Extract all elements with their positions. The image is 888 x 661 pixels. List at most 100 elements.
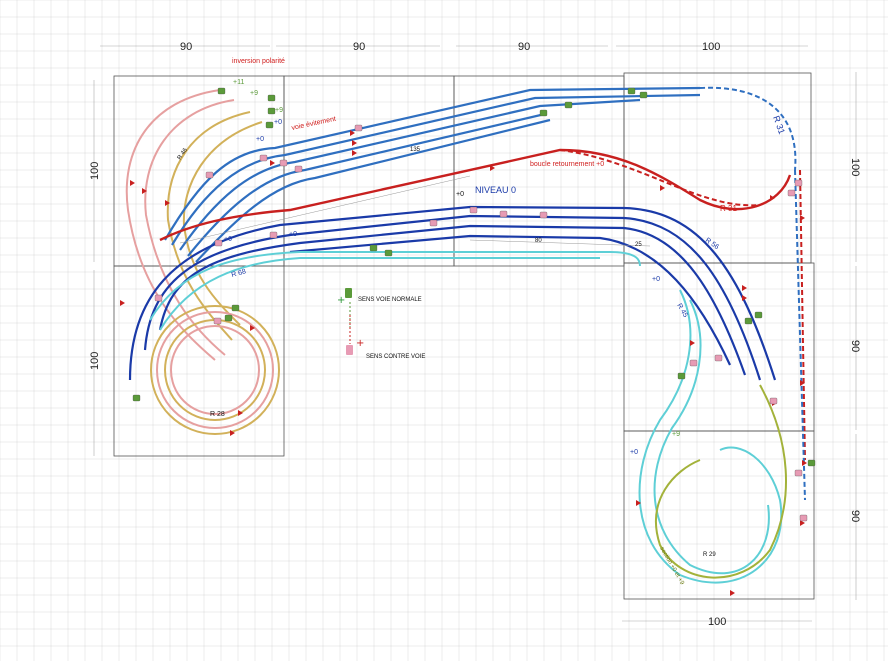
level-p0c: +0 xyxy=(456,191,464,198)
direction-arrow-icon xyxy=(352,140,357,146)
dim-left-upper: 100 xyxy=(89,162,101,180)
cyan-tracks xyxy=(149,251,783,584)
train-contre-icon xyxy=(354,124,363,132)
label-80: 80 xyxy=(535,238,542,244)
level-p9b: +9 xyxy=(275,107,283,114)
train-normal-icon xyxy=(627,87,636,95)
train-normal-icon xyxy=(369,244,378,252)
train-contre-icon xyxy=(294,165,303,173)
train-contre-icon xyxy=(794,469,803,477)
dim-top-1: 90 xyxy=(180,41,192,53)
level-p11: +11 xyxy=(233,79,244,86)
label-r31-mid: R 31 xyxy=(720,204,737,213)
blue-dashed-right xyxy=(699,86,806,501)
train-normal-icon xyxy=(677,372,686,380)
train-contre-icon xyxy=(499,210,508,218)
dim-top-3: 90 xyxy=(518,41,530,53)
label-boucle: boucle retournement +0 xyxy=(530,161,604,168)
grid xyxy=(0,0,888,661)
train-normal-icon xyxy=(132,394,141,402)
dim-right-upper: 100 xyxy=(849,158,861,176)
train-normal-icon xyxy=(807,459,816,467)
train-contre-icon xyxy=(689,359,698,367)
direction-arrow-icon xyxy=(352,150,357,156)
legend-normal-train-icon xyxy=(345,288,352,298)
legend-normal-plus-icon: + xyxy=(337,295,345,306)
direction-arrow-icon xyxy=(270,160,275,166)
train-normal-icon xyxy=(224,314,233,322)
train-contre-icon xyxy=(799,514,808,522)
dim-right-mid: 90 xyxy=(849,340,861,352)
label-r31-top: R 31 xyxy=(771,114,787,135)
dimension-lines xyxy=(93,45,857,622)
dim-top-4: 100 xyxy=(702,41,720,53)
middle-blue-bundle xyxy=(128,205,777,381)
inner-measure xyxy=(179,175,651,247)
dim-bottom: 100 xyxy=(708,616,726,628)
train-contre-icon xyxy=(214,239,223,247)
label-135: 135 xyxy=(410,147,421,153)
board-right-mid xyxy=(623,262,815,432)
train-contre-icon xyxy=(714,354,723,362)
legend-contre-plus-icon: + xyxy=(356,338,364,349)
train-contre-icon xyxy=(787,189,796,197)
dim-right-low: 90 xyxy=(849,510,861,522)
level-p9c: +9 xyxy=(672,431,680,438)
board-top-mid1 xyxy=(283,75,455,267)
dimension-labels: 90 90 90 100 100 100 100 100 90 90 xyxy=(89,41,861,628)
label-section: section +0 et +9 xyxy=(658,546,685,587)
train-contre-icon xyxy=(769,397,778,405)
train-normal-icon xyxy=(754,311,763,319)
legend-contre-train-icon xyxy=(346,345,353,355)
train-contre-icon xyxy=(469,206,478,214)
train-normal-icon xyxy=(267,107,276,115)
level-p9a: +9 xyxy=(250,90,258,97)
level-p0a: +0 xyxy=(274,119,282,126)
level-p0f: +0 xyxy=(630,449,638,456)
train-contre-icon xyxy=(213,317,222,325)
train-normal-icon xyxy=(231,304,240,312)
direction-arrow-icon xyxy=(130,180,135,186)
label-niveau: NIVEAU 0 xyxy=(475,185,516,195)
train-contre-icon xyxy=(279,159,288,167)
label-25: 25 xyxy=(635,242,642,248)
train-normal-icon xyxy=(265,121,274,129)
label-voie-evitement: voie évitement xyxy=(291,116,337,132)
train-normal-icon xyxy=(217,87,226,95)
train-contre-icon xyxy=(205,171,214,179)
train-normal-icon xyxy=(539,109,548,117)
train-contre-icon xyxy=(269,231,278,239)
label-r29: R 29 xyxy=(703,552,716,558)
train-contre-icon xyxy=(154,294,163,302)
direction-arrow-icon xyxy=(120,300,125,306)
train-contre-icon xyxy=(429,219,438,227)
level-p0e: +0 xyxy=(652,276,660,283)
direction-arrow-icon xyxy=(660,185,665,191)
board-top-left xyxy=(113,75,285,267)
train-normal-icon xyxy=(384,249,393,257)
train-contre-icon xyxy=(794,179,803,187)
legend-normal-label: SENS VOIE NORMALE xyxy=(358,297,422,303)
label-r28: R 28 xyxy=(210,411,225,418)
dim-left-lower: 100 xyxy=(89,352,101,370)
olive-tracks xyxy=(654,384,788,579)
train-normal-icon xyxy=(744,317,753,325)
baseboards xyxy=(113,72,815,600)
label-inversion: inversion polarité xyxy=(232,58,285,65)
legend: + SENS VOIE NORMALE + SENS CONTRE VOIE xyxy=(337,288,425,360)
level-p0g: +0 xyxy=(224,236,232,243)
level-p0d: +0 xyxy=(289,231,297,238)
train-normal-icon xyxy=(639,91,648,99)
direction-arrow-icon xyxy=(742,285,747,291)
train-contre-icon xyxy=(259,154,268,162)
train-contre-icon xyxy=(539,211,548,219)
board-top-right xyxy=(623,72,812,264)
direction-arrow-icon xyxy=(690,340,695,346)
dim-top-2: 90 xyxy=(353,41,365,53)
level-p0b: +0 xyxy=(256,136,264,143)
legend-contre-label: SENS CONTRE VOIE xyxy=(366,354,425,360)
direction-arrow-icon xyxy=(800,215,805,221)
train-normal-icon xyxy=(267,94,276,102)
train-normal-icon xyxy=(564,101,573,109)
track-plan-canvas: 90 90 90 100 100 100 100 100 90 90 inver… xyxy=(0,0,888,661)
